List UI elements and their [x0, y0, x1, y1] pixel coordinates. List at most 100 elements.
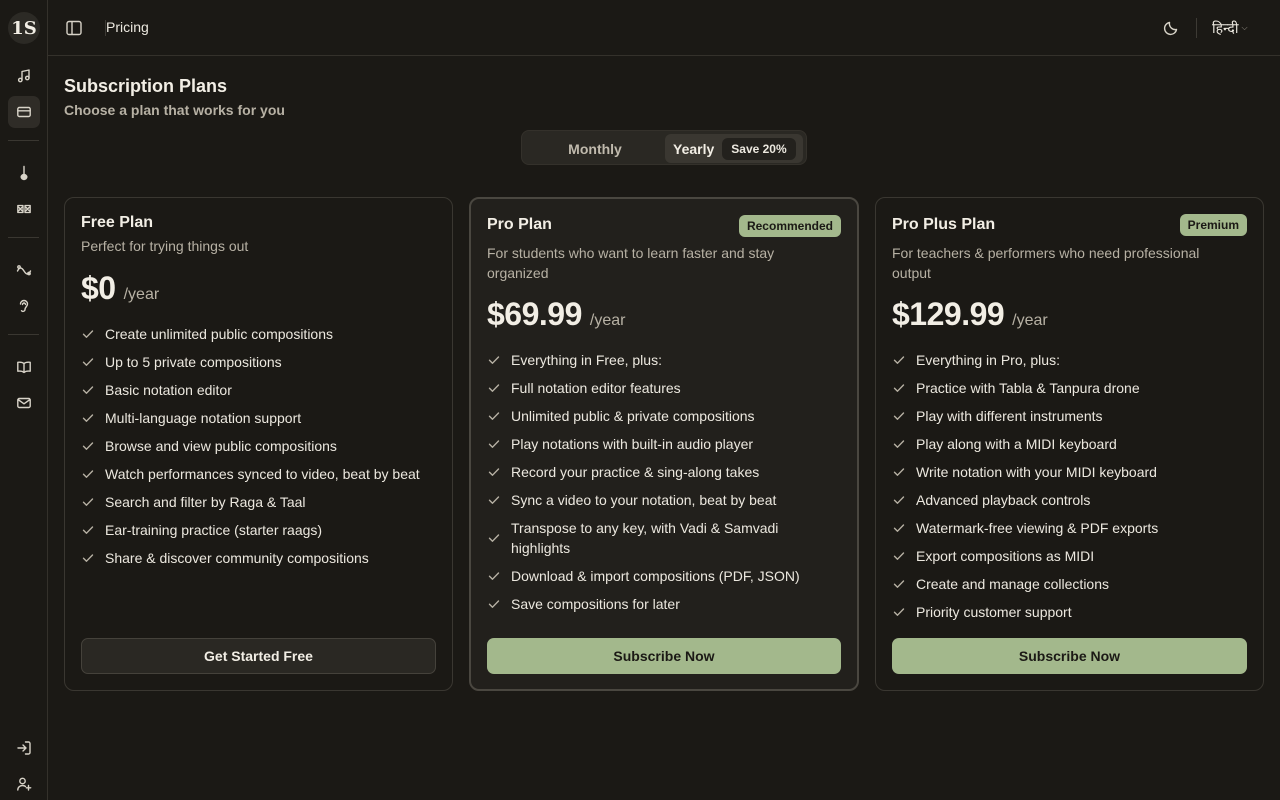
music-note-icon[interactable]	[8, 60, 40, 92]
feature-item: Write notation with your MIDI keyboard	[892, 462, 1247, 482]
feature-item: Create unlimited public compositions	[81, 324, 436, 344]
plan-price: $69.99 /year	[487, 296, 625, 333]
book-icon[interactable]	[8, 351, 40, 383]
waveform-icon[interactable]	[8, 254, 40, 286]
credit-card-icon[interactable]	[8, 96, 40, 128]
check-icon	[82, 414, 94, 422]
feature-item: Share & discover community compositions	[81, 548, 436, 568]
check-icon	[82, 358, 94, 366]
check-icon	[82, 470, 94, 478]
feature-item: Export compositions as MIDI	[892, 546, 1247, 566]
plan-price: $129.99 /year	[892, 296, 1048, 333]
sidebar: 1S	[0, 0, 48, 800]
price-period: /year	[589, 312, 626, 329]
check-icon	[893, 384, 905, 392]
recommended-badge: Recommended	[738, 215, 841, 237]
feature-text: Share & discover community compositions	[105, 550, 369, 566]
feature-list: Everything in Free, plus: Full notation e…	[487, 350, 841, 622]
feature-text: Record your practice & sing-along takes	[511, 464, 760, 480]
page-title: Subscription Plans	[64, 76, 228, 96]
check-icon	[893, 496, 905, 504]
check-icon	[488, 384, 500, 392]
price-period: /year	[123, 286, 160, 303]
sidebar-divider	[8, 140, 39, 141]
feature-text: Ear-training practice (starter raags)	[105, 522, 323, 538]
moon-icon[interactable]	[1162, 19, 1180, 37]
language-label: हिन्दी	[1212, 19, 1239, 36]
sidebar-divider	[8, 334, 39, 335]
feature-text: Basic notation editor	[105, 382, 232, 398]
premium-badge: Premium	[1179, 214, 1247, 236]
feature-item: Record your practice & sing-along takes	[487, 462, 841, 482]
get-started-free-button[interactable]: Get Started Free	[81, 638, 436, 674]
feature-text: Search and filter by Raga & Taal	[105, 494, 306, 510]
feature-text: Watermark-free viewing & PDF exports	[916, 520, 1159, 536]
feature-item: Unlimited public & private compositions	[487, 406, 841, 426]
check-icon	[893, 552, 905, 560]
feature-item: Advanced playback controls	[892, 490, 1247, 510]
save-badge: Save 20%	[722, 137, 796, 160]
billing-monthly-option[interactable]: Monthly	[525, 134, 665, 163]
feature-text: Browse and view public compositions	[105, 438, 337, 454]
feature-text: Priority customer support	[916, 604, 1072, 620]
feature-item: Ear-training practice (starter raags)	[81, 520, 436, 540]
sidebar-divider	[8, 237, 39, 238]
check-icon	[82, 330, 94, 338]
feature-item: Full notation editor features	[487, 378, 841, 398]
feature-item: Save compositions for later	[487, 594, 841, 614]
feature-text: Everything in Free, plus:	[511, 352, 662, 368]
feature-text: Save compositions for later	[511, 596, 680, 612]
language-selector[interactable]: हिन्दी ⌵	[1212, 16, 1248, 40]
feature-item: Watch performances synced to video, beat…	[81, 464, 436, 484]
feature-text: Up to 5 private compositions	[105, 354, 282, 370]
feature-text: Unlimited public & private compositions	[511, 408, 755, 424]
check-icon	[893, 468, 905, 476]
subscribe-pro-button[interactable]: Subscribe Now	[487, 638, 841, 674]
feature-list: Everything in Pro, plus: Practice with Ta…	[892, 350, 1247, 630]
feature-item: Search and filter by Raga & Taal	[81, 492, 436, 512]
check-icon	[893, 580, 905, 588]
plan-card-pro: Pro Plan Recommended For students who wa…	[469, 197, 859, 691]
feature-text: Watch performances synced to video, beat…	[105, 466, 420, 482]
feature-item: Transpose to any key, with Vadi & Samvad…	[487, 518, 841, 558]
check-icon	[82, 498, 94, 506]
sidebar-toggle-icon[interactable]	[65, 19, 83, 37]
login-icon[interactable]	[8, 732, 40, 764]
billing-yearly-option[interactable]: Yearly Save 20%	[665, 134, 803, 163]
feature-item: Sync a video to your notation, beat by b…	[487, 490, 841, 510]
check-icon	[82, 442, 94, 450]
mail-icon[interactable]	[8, 387, 40, 419]
feature-text: Create unlimited public compositions	[105, 326, 333, 342]
tabla-icon[interactable]	[8, 193, 40, 225]
check-icon	[893, 356, 905, 364]
plan-description: For teachers & performers who need profe…	[892, 245, 1200, 281]
feature-text: Practice with Tabla & Tanpura drone	[916, 380, 1140, 396]
feature-item: Download & import compositions (PDF, JSO…	[487, 566, 841, 586]
feature-item: Multi-language notation support	[81, 408, 436, 428]
plan-description: For students who want to learn faster an…	[487, 245, 775, 281]
feature-item: Up to 5 private compositions	[81, 352, 436, 372]
add-user-icon[interactable]	[8, 768, 40, 800]
feature-item: Everything in Pro, plus:	[892, 350, 1247, 370]
top-bar: Pricing हिन्दी ⌵	[48, 0, 1280, 56]
subscribe-pro-plus-button[interactable]: Subscribe Now	[892, 638, 1247, 674]
tanpura-icon[interactable]	[8, 157, 40, 189]
feature-item: Basic notation editor	[81, 380, 436, 400]
plan-name: Pro Plan	[487, 216, 552, 233]
feature-item: Priority customer support	[892, 602, 1247, 622]
page-subtitle: Choose a plan that works for you	[64, 102, 285, 118]
plan-price: $0 /year	[81, 270, 159, 307]
check-icon	[488, 572, 500, 580]
feature-text: Download & import compositions (PDF, JSO…	[511, 568, 800, 584]
app-logo[interactable]: 1S	[8, 12, 40, 44]
check-icon	[893, 440, 905, 448]
plan-name: Free Plan	[81, 214, 154, 231]
chevron-down-icon: ⌵	[1241, 23, 1248, 32]
feature-item: Practice with Tabla & Tanpura drone	[892, 378, 1247, 398]
check-icon	[488, 534, 500, 542]
billing-period-toggle: Monthly Yearly Save 20%	[521, 130, 807, 165]
feature-text: Play with different instruments	[916, 408, 1103, 424]
feature-text: Create and manage collections	[916, 576, 1110, 592]
feature-item: Create and manage collections	[892, 574, 1247, 594]
ear-icon[interactable]	[8, 290, 40, 322]
